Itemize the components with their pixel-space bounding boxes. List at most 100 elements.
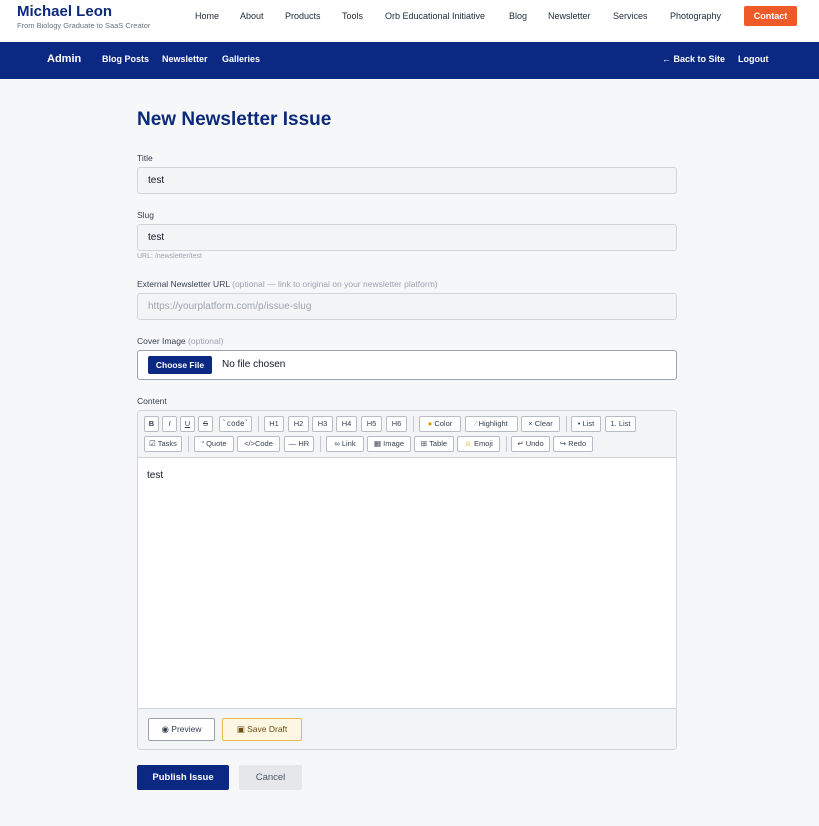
horizontal-rule-icon: — bbox=[288, 439, 297, 448]
site-header: Michael Leon From Biology Graduate to Sa… bbox=[0, 0, 819, 42]
admin-title[interactable]: Admin bbox=[47, 53, 81, 65]
nav-blog[interactable]: Blog bbox=[509, 11, 527, 23]
nav-products[interactable]: Products bbox=[285, 11, 321, 23]
title-label: Title bbox=[137, 153, 153, 163]
color-button[interactable]: ● Color bbox=[419, 416, 461, 432]
numbered-list-label: 1. List bbox=[610, 419, 631, 428]
heading-5-button[interactable]: H5 bbox=[361, 416, 382, 432]
admin-bar: Admin Blog Posts Newsletter Galleries ← … bbox=[0, 42, 819, 79]
redo-button[interactable]: ↪ Redo bbox=[553, 436, 593, 452]
table-label: Table bbox=[429, 439, 448, 448]
toolbar-divider bbox=[258, 416, 259, 432]
link-icon: ∞ bbox=[334, 439, 340, 448]
nav-tools[interactable]: Tools bbox=[342, 11, 363, 23]
code-block-button[interactable]: </>Code bbox=[237, 436, 280, 452]
emoji-label: Emoji bbox=[474, 439, 493, 448]
heading-1-icon: H1 bbox=[269, 419, 279, 428]
nav-orb-educational-initiative[interactable]: Orb Educational Initiative bbox=[385, 11, 485, 23]
cover-image-file-input[interactable]: Choose File No file chosen bbox=[137, 350, 677, 380]
clear-format-icon: × bbox=[528, 419, 533, 428]
inline-code-button[interactable]: `code` bbox=[219, 416, 252, 432]
cover-image-label-text: Cover Image bbox=[137, 336, 186, 346]
quote-label: Quote bbox=[206, 439, 227, 448]
code-block-label: Code bbox=[254, 439, 273, 448]
eye-icon: ◉ bbox=[161, 724, 169, 734]
cover-image-optional-note: (optional) bbox=[188, 336, 224, 346]
tasks-button[interactable]: ☑ Tasks bbox=[144, 436, 182, 452]
publish-issue-button[interactable]: Publish Issue bbox=[137, 765, 229, 790]
title-input[interactable]: test bbox=[137, 167, 677, 194]
bullet-list-icon: • bbox=[577, 419, 581, 428]
checkbox-icon: ☑ bbox=[149, 439, 156, 448]
save-icon: ▣ bbox=[236, 724, 245, 734]
back-to-site-link[interactable]: ← Back to Site bbox=[662, 54, 725, 64]
bold-icon: B bbox=[148, 419, 155, 428]
toolbar-divider bbox=[506, 436, 507, 452]
external-url-label: External Newsletter URL (optional — link… bbox=[137, 279, 438, 289]
highlight-label: Highlight bbox=[478, 419, 508, 428]
color-label: Color bbox=[434, 419, 453, 428]
link-button[interactable]: ∞ Link bbox=[326, 436, 364, 452]
quote-button[interactable]: “ Quote bbox=[194, 436, 234, 452]
slug-url-hint: URL: /newsletter/test bbox=[137, 253, 202, 260]
underline-icon: U bbox=[184, 419, 191, 428]
choose-file-button[interactable]: Choose File bbox=[148, 356, 212, 374]
admin-link-galleries[interactable]: Galleries bbox=[222, 54, 260, 64]
heading-2-icon: H2 bbox=[293, 419, 304, 428]
strikethrough-icon: S bbox=[202, 419, 208, 428]
logout-link[interactable]: Logout bbox=[738, 54, 769, 64]
heading-2-button[interactable]: H2 bbox=[288, 416, 309, 432]
image-icon: ▦ bbox=[373, 439, 382, 448]
nav-home[interactable]: Home bbox=[195, 11, 219, 23]
admin-link-newsletter[interactable]: Newsletter bbox=[162, 54, 208, 64]
bullet-list-button[interactable]: • List bbox=[571, 416, 601, 432]
save-draft-label: Save Draft bbox=[247, 724, 288, 734]
editor-footer: ◉ Preview ▣ Save Draft bbox=[138, 708, 676, 749]
highlighter-icon: ⁄ bbox=[475, 419, 477, 428]
nav-newsletter[interactable]: Newsletter bbox=[548, 11, 591, 23]
heading-5-icon: H5 bbox=[366, 419, 377, 428]
heading-3-button[interactable]: H3 bbox=[312, 416, 333, 432]
clear-format-button[interactable]: × Clear bbox=[521, 416, 560, 432]
brand-name[interactable]: Michael Leon bbox=[17, 3, 112, 20]
emoji-icon: ☺ bbox=[464, 439, 472, 448]
preview-label: Preview bbox=[171, 724, 202, 734]
toolbar-divider bbox=[566, 416, 567, 432]
image-label: Image bbox=[383, 439, 405, 448]
external-url-input[interactable]: https://yourplatform.com/p/issue-slug bbox=[137, 293, 677, 320]
italic-button[interactable]: I bbox=[162, 416, 177, 432]
toolbar-divider bbox=[413, 416, 414, 432]
editor-toolbar: B I U S `code` H1 H2 H3 H4 H5 H6 ● Color… bbox=[138, 411, 676, 458]
hr-label: HR bbox=[298, 439, 310, 448]
preview-button[interactable]: ◉ Preview bbox=[148, 718, 215, 741]
image-button[interactable]: ▦ Image bbox=[367, 436, 411, 452]
brand-tagline: From Biology Graduate to SaaS Creator bbox=[17, 21, 151, 30]
heading-4-button[interactable]: H4 bbox=[336, 416, 357, 432]
nav-about[interactable]: About bbox=[240, 11, 264, 23]
emoji-button[interactable]: ☺ Emoji bbox=[457, 436, 500, 452]
bold-button[interactable]: B bbox=[144, 416, 159, 432]
horizontal-rule-button[interactable]: — HR bbox=[284, 436, 314, 452]
slug-input[interactable]: test bbox=[137, 224, 677, 251]
heading-3-icon: H3 bbox=[317, 419, 328, 428]
contact-button[interactable]: Contact bbox=[744, 6, 797, 26]
heading-6-button[interactable]: H6 bbox=[386, 416, 407, 432]
undo-button[interactable]: ↵ Undo bbox=[511, 436, 550, 452]
table-button[interactable]: ⊞ Table bbox=[414, 436, 454, 452]
cancel-button[interactable]: Cancel bbox=[239, 765, 302, 790]
admin-link-blog-posts[interactable]: Blog Posts bbox=[102, 54, 149, 64]
numbered-list-button[interactable]: 1. List bbox=[605, 416, 636, 432]
underline-button[interactable]: U bbox=[180, 416, 195, 432]
strikethrough-button[interactable]: S bbox=[198, 416, 213, 432]
toolbar-divider bbox=[188, 436, 189, 452]
save-draft-button[interactable]: ▣ Save Draft bbox=[222, 718, 302, 741]
bullet-list-label: List bbox=[582, 419, 595, 428]
editor-content[interactable]: test bbox=[147, 470, 163, 481]
heading-1-button[interactable]: H1 bbox=[264, 416, 284, 432]
nav-photography[interactable]: Photography bbox=[670, 11, 721, 23]
highlight-button[interactable]: ⁄ Highlight bbox=[465, 416, 518, 432]
nav-services[interactable]: Services bbox=[613, 11, 648, 23]
table-icon: ⊞ bbox=[420, 439, 428, 448]
tasks-label: Tasks bbox=[157, 439, 177, 448]
link-label: Link bbox=[341, 439, 356, 448]
